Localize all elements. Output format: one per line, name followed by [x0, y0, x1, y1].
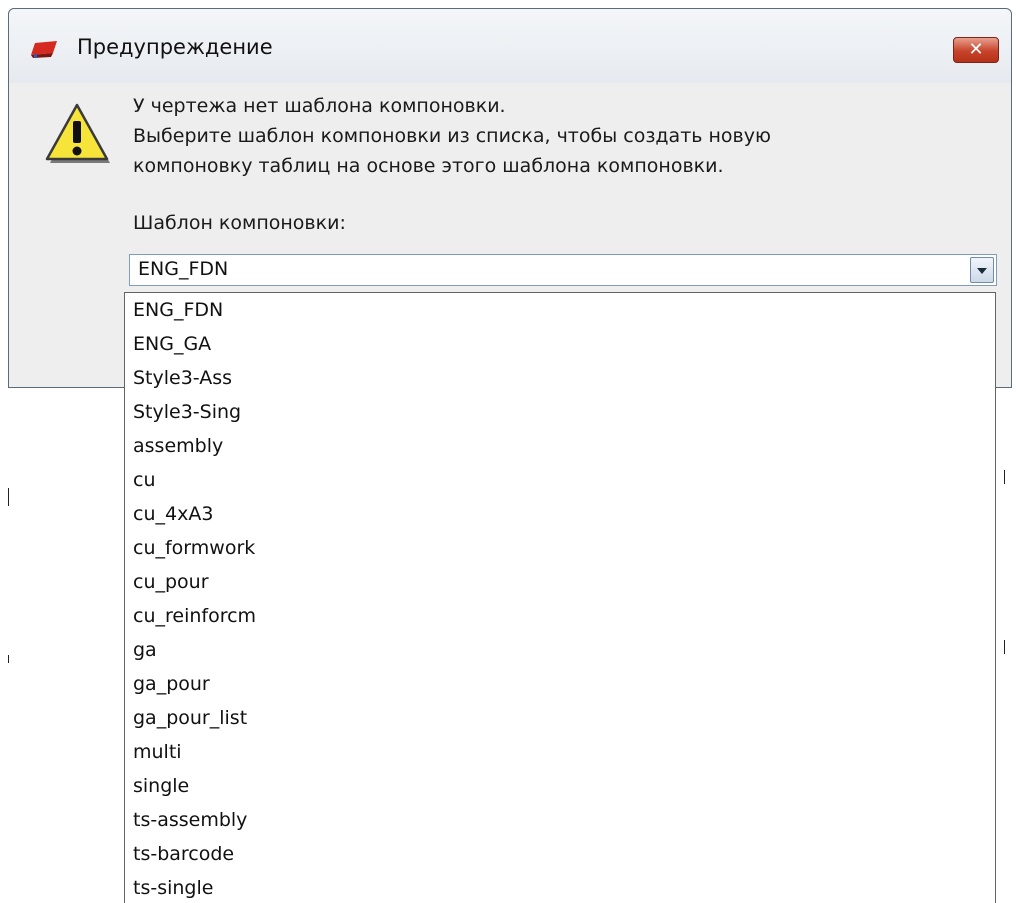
template-option-multi[interactable]: multi	[125, 735, 995, 769]
template-dropdown-list[interactable]: ENG_FDN ENG_GA Style3-Ass Style3-Sing as…	[124, 292, 996, 903]
template-option-eng-fdn[interactable]: ENG_FDN	[125, 293, 995, 327]
template-option-eng-ga[interactable]: ENG_GA	[125, 327, 995, 361]
tekla-app-icon	[31, 41, 57, 58]
template-option-style3-ass[interactable]: Style3-Ass	[125, 361, 995, 395]
template-option-ga[interactable]: ga	[125, 633, 995, 667]
template-option-cu-formwork[interactable]: cu_formwork	[125, 531, 995, 565]
dialog-message: У чертежа нет шаблона компоновки. Выбери…	[133, 91, 771, 181]
close-icon: ✕	[968, 39, 984, 60]
template-option-ga-pour[interactable]: ga_pour	[125, 667, 995, 701]
template-option-ts-assembly[interactable]: ts-assembly	[125, 803, 995, 837]
template-option-ts-barcode[interactable]: ts-barcode	[125, 837, 995, 871]
dialog-title: Предупреждение	[77, 35, 273, 59]
drawing-line	[8, 488, 9, 506]
chevron-down-icon	[977, 268, 987, 274]
drawing-line	[1004, 640, 1005, 654]
template-option-cu-reinforcm[interactable]: cu_reinforcm	[125, 599, 995, 633]
template-option-cu-4xa3[interactable]: cu_4xA3	[125, 497, 995, 531]
template-option-ga-pour-list[interactable]: ga_pour_list	[125, 701, 995, 735]
dialog-titlebar[interactable]: Предупреждение ✕	[9, 9, 1011, 83]
template-combobox[interactable]: ENG_FDN	[129, 254, 997, 286]
template-option-cu[interactable]: cu	[125, 463, 995, 497]
drawing-line	[8, 655, 9, 663]
template-field-label: Шаблон компоновки:	[133, 212, 346, 234]
template-option-single[interactable]: single	[125, 769, 995, 803]
template-option-cu-pour[interactable]: cu_pour	[125, 565, 995, 599]
template-option-ts-single[interactable]: ts-single	[125, 871, 995, 903]
desktop-canvas: Предупреждение ✕ У чертежа нет шаблона к…	[0, 0, 1016, 903]
template-option-assembly[interactable]: assembly	[125, 429, 995, 463]
template-dropdown-button[interactable]	[970, 257, 994, 283]
drawing-line	[1004, 470, 1005, 484]
message-line: Выберите шаблон компоновки из списка, чт…	[133, 125, 771, 147]
warning-triangle-icon	[45, 103, 110, 163]
template-option-style3-sing[interactable]: Style3-Sing	[125, 395, 995, 429]
message-line: У чертежа нет шаблона компоновки.	[133, 95, 506, 117]
message-line: компоновку таблиц на основе этого шаблон…	[133, 155, 724, 177]
close-button[interactable]: ✕	[953, 37, 999, 63]
template-combobox-value: ENG_FDN	[138, 258, 229, 280]
